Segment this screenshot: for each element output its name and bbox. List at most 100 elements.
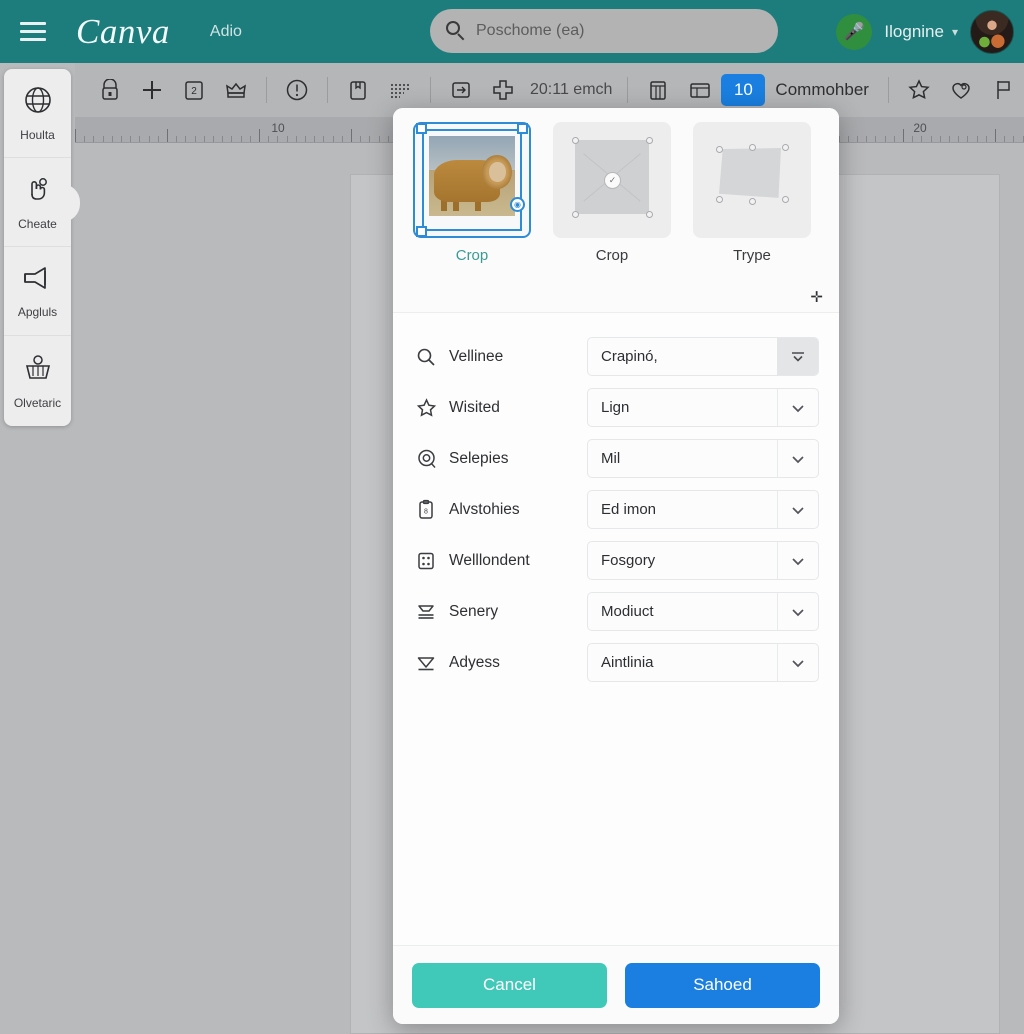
- microphone-glyph: 🎤: [843, 22, 865, 41]
- thumbnail-option-1[interactable]: ◉ Crop: [413, 122, 531, 264]
- search-input[interactable]: Poschome (ea): [430, 9, 778, 53]
- dialog-thumbnail-section: ◉ Crop ✓ Crop Trype ✛: [393, 108, 839, 313]
- form-row-wisited: Wisited Lign: [413, 382, 819, 433]
- chevron-down-icon[interactable]: [777, 491, 818, 528]
- thumb-handle-bl[interactable]: [416, 226, 427, 237]
- chevron-down-icon[interactable]: [777, 542, 818, 579]
- sidebar-item-label: Apgluls: [17, 305, 58, 319]
- list-lines-icon[interactable]: [379, 70, 421, 110]
- thumb-rotate-handle[interactable]: ◉: [510, 197, 525, 212]
- star-icon: [413, 395, 439, 421]
- field-wisited[interactable]: Lign: [587, 388, 819, 427]
- sidebar-item-label: Houlta: [20, 128, 55, 142]
- toolbar-divider: [627, 77, 629, 103]
- skew-node-bl[interactable]: [716, 196, 723, 203]
- avatar[interactable]: [970, 9, 1014, 54]
- field-vellinee[interactable]: Crapinó,: [587, 337, 819, 376]
- basket-icon: [22, 352, 54, 389]
- ruler-label: 20: [913, 121, 927, 135]
- ruler-tick: [866, 136, 868, 142]
- thumbnail-preview-placeholder[interactable]: ✓: [553, 122, 671, 238]
- thumbnail-option-3[interactable]: Trype: [693, 122, 811, 264]
- sidebar-item-apgluls[interactable]: Apgluls: [4, 247, 71, 336]
- microphone-icon[interactable]: 🎤: [836, 13, 873, 50]
- thumb-handle-tl[interactable]: [416, 123, 427, 134]
- skew-node-b[interactable]: [749, 198, 756, 205]
- ruler-tick: [148, 136, 150, 142]
- lock-icon[interactable]: [89, 70, 131, 110]
- chevron-down-icon[interactable]: [777, 644, 818, 681]
- placeholder-center-icon[interactable]: ✓: [604, 172, 621, 189]
- thumbnail-selection-frame: [422, 129, 522, 231]
- chevron-down-icon[interactable]: [777, 440, 818, 477]
- user-name[interactable]: Ilognine: [884, 22, 944, 42]
- sidebar-item-olvetaric[interactable]: Olvetaric: [4, 336, 71, 425]
- node-br[interactable]: [646, 211, 653, 218]
- ruler-tick: [102, 136, 104, 142]
- count-badge[interactable]: 10: [721, 74, 766, 106]
- chevron-down-icon[interactable]: [777, 389, 818, 426]
- skew-node-t[interactable]: [749, 144, 756, 151]
- ruler-tick: [884, 136, 886, 142]
- field-value: Aintlinia: [601, 654, 654, 671]
- ruler-tick: [194, 136, 196, 142]
- thumbnail-option-2[interactable]: ✓ Crop: [553, 122, 671, 264]
- thumbnail-preview-skew[interactable]: [693, 122, 811, 238]
- field-welllondent[interactable]: Fosgory: [587, 541, 819, 580]
- ruler-tick: [167, 129, 168, 142]
- brand-logo[interactable]: Canva: [76, 12, 170, 52]
- form-row-adyess: Adyess Aintlinia: [413, 637, 819, 688]
- sidebar-item-cheate[interactable]: Cheate: [4, 158, 80, 247]
- target-icon: [413, 446, 439, 472]
- field-senery[interactable]: Modiuct: [587, 592, 819, 631]
- grid-dots-icon: [413, 548, 439, 574]
- heart-stamp-icon[interactable]: [940, 70, 982, 110]
- ruler-tick: [387, 136, 389, 142]
- save-button[interactable]: Sahoed: [625, 962, 820, 1008]
- section-label: Commohber: [775, 80, 869, 99]
- field-alvstohies[interactable]: Ed imon: [587, 490, 819, 529]
- ruler-tick: [130, 136, 132, 142]
- ruler-tick: [75, 129, 76, 142]
- chevron-down-icon[interactable]: ▾: [952, 25, 958, 39]
- node-tl[interactable]: [572, 137, 579, 144]
- ruler-tick: [857, 136, 858, 142]
- crown-icon[interactable]: [215, 70, 257, 110]
- hamburger-icon[interactable]: [20, 17, 54, 47]
- skew-node-tl[interactable]: [716, 146, 723, 153]
- cross-add-icon[interactable]: [482, 70, 524, 110]
- node-bl[interactable]: [572, 211, 579, 218]
- thumbnail-preview-selected[interactable]: ◉: [413, 122, 531, 238]
- skew-node-br[interactable]: [782, 196, 789, 203]
- node-tr[interactable]: [646, 137, 653, 144]
- alert-circle-icon[interactable]: [276, 70, 318, 110]
- ruler-tick: [369, 136, 371, 142]
- edit-dialog: ◉ Crop ✓ Crop Trype ✛ Vellinee Crapinó, …: [393, 108, 839, 1024]
- swap-box-icon[interactable]: [440, 70, 482, 110]
- flag-icon[interactable]: [982, 70, 1024, 110]
- thumbnail-caption: Trype: [733, 247, 771, 264]
- chevron-down-icon[interactable]: [777, 593, 818, 630]
- field-selepies[interactable]: Mil: [587, 439, 819, 478]
- left-sidebar: Houlta Cheate Apgluls Olvetaric: [4, 69, 80, 426]
- field-value: Crapinó,: [601, 348, 658, 365]
- form-label: Alvstohies: [449, 500, 520, 518]
- form-row-selepies: Selepies Mil: [413, 433, 819, 484]
- numbered-page-icon[interactable]: 2: [173, 70, 215, 110]
- field-adyess[interactable]: Aintlinia: [587, 643, 819, 682]
- table-grid-icon[interactable]: [637, 70, 679, 110]
- ruler-tick: [323, 136, 325, 142]
- bookmark-page-icon[interactable]: [337, 70, 379, 110]
- cancel-button[interactable]: Cancel: [412, 962, 607, 1008]
- thumb-handle-tr[interactable]: [517, 123, 528, 134]
- table-rows-icon[interactable]: [679, 70, 721, 110]
- skew-node-tr[interactable]: [782, 144, 789, 151]
- ruler-tick: [213, 136, 214, 142]
- move-cursor-icon: ✛: [810, 289, 823, 306]
- form-label: Vellinee: [449, 347, 504, 365]
- star-icon[interactable]: [898, 70, 940, 110]
- plus-icon[interactable]: [131, 70, 173, 110]
- chevron-down-icon[interactable]: [777, 338, 818, 375]
- field-value: Lign: [601, 399, 630, 416]
- sidebar-item-houlta[interactable]: Houlta: [4, 69, 71, 158]
